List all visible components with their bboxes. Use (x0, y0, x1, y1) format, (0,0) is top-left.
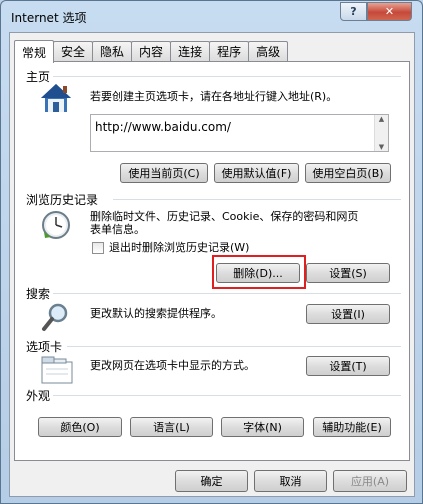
ok-button[interactable]: 确定 (175, 470, 248, 492)
search-icon (42, 303, 68, 331)
tabs-window-icon (41, 356, 73, 384)
url-scrollbar[interactable]: ▲ ▼ (374, 115, 388, 151)
tab-privacy[interactable]: 隐私 (92, 41, 133, 61)
highlight-box (212, 255, 306, 289)
tab-general[interactable]: 常规 (14, 40, 55, 63)
homepage-divider (53, 76, 401, 77)
general-tab-panel: 主页 若要创建主页选项卡，请在各地址行键入地址(R)。 http://www.b… (14, 61, 410, 461)
dialog-client: 常规 安全 隐私 内容 连接 程序 高级 主页 若要创建主页选项卡，请在各地址行… (9, 32, 415, 497)
tabs-description: 更改网页在选项卡中显示的方式。 (90, 359, 255, 372)
accessibility-button[interactable]: 辅助功能(E) (313, 417, 391, 437)
homepage-url-value: http://www.baidu.com/ (95, 120, 231, 134)
search-description: 更改默认的搜索提供程序。 (90, 307, 222, 320)
history-divider (113, 199, 401, 200)
delete-on-exit-label[interactable]: 退出时删除浏览历史记录(W) (109, 241, 249, 255)
search-divider (53, 293, 401, 294)
history-section-label: 浏览历史记录 (26, 193, 99, 207)
search-settings-button[interactable]: 设置(I) (306, 304, 390, 324)
help-button[interactable]: ? (340, 2, 367, 21)
search-section-label: 搜索 (26, 287, 51, 301)
tabs-divider (67, 346, 401, 347)
history-description-line2: 表单信息。 (90, 223, 145, 236)
tabs-settings-button[interactable]: 设置(T) (306, 356, 390, 376)
tab-security[interactable]: 安全 (53, 41, 94, 61)
cancel-button[interactable]: 取消 (254, 470, 327, 492)
fonts-button[interactable]: 字体(N) (221, 417, 304, 437)
appearance-divider (53, 395, 401, 396)
use-current-button[interactable]: 使用当前页(C) (120, 163, 208, 183)
tab-content[interactable]: 内容 (131, 41, 172, 61)
tab-advanced[interactable]: 高级 (248, 41, 289, 61)
history-description-line1: 删除临时文件、历史记录、Cookie、保存的密码和网页 (90, 210, 359, 223)
colors-button[interactable]: 颜色(O) (38, 417, 122, 437)
homepage-description: 若要创建主页选项卡，请在各地址行键入地址(R)。 (90, 90, 338, 103)
tabs-section-label: 选项卡 (26, 340, 63, 354)
tab-programs[interactable]: 程序 (209, 41, 250, 61)
title-bar[interactable]: Internet 选项 ? ✕ (1, 1, 422, 31)
history-settings-button[interactable]: 设置(S) (306, 263, 390, 283)
tab-connections[interactable]: 连接 (170, 41, 211, 61)
homepage-url-input[interactable]: http://www.baidu.com/ ▲ ▼ (90, 114, 389, 152)
languages-button[interactable]: 语言(L) (130, 417, 213, 437)
home-icon (41, 84, 71, 112)
scroll-up-icon[interactable]: ▲ (379, 115, 384, 123)
use-default-button[interactable]: 使用默认值(F) (214, 163, 299, 183)
scroll-down-icon[interactable]: ▼ (379, 143, 384, 151)
close-button[interactable]: ✕ (367, 2, 412, 21)
internet-options-window: Internet 选项 ? ✕ 常规 安全 隐私 内容 连接 程序 高级 主页 … (0, 0, 423, 504)
use-blank-button[interactable]: 使用空白页(B) (305, 163, 391, 183)
tab-strip: 常规 安全 隐私 内容 连接 程序 高级 (14, 39, 289, 63)
apply-button[interactable]: 应用(A) (333, 470, 407, 492)
delete-on-exit-checkbox[interactable] (92, 242, 104, 254)
history-clock-icon (42, 211, 70, 239)
window-title: Internet 选项 (11, 11, 87, 25)
appearance-section-label: 外观 (26, 389, 51, 403)
